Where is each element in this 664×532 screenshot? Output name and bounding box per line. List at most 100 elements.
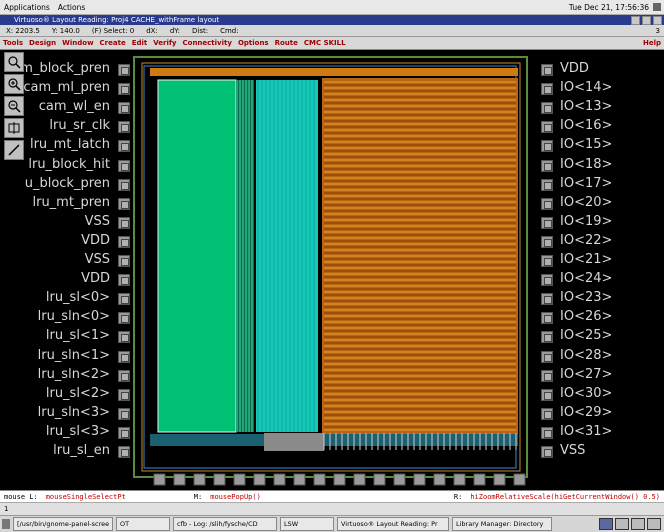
right-pin-label[interactable]: IO<27> — [560, 367, 612, 382]
right-pin-pad[interactable] — [541, 426, 553, 439]
right-pin-label[interactable]: IO<24> — [560, 271, 612, 286]
left-pin-label[interactable]: lru_block_hit — [24, 157, 110, 172]
right-pin-label[interactable]: IO<20> — [560, 195, 612, 210]
menu-verify[interactable]: Verify — [150, 39, 179, 47]
right-pin-pad[interactable] — [541, 83, 553, 96]
left-pin-pad[interactable] — [118, 446, 130, 458]
left-pin-pad[interactable] — [118, 274, 130, 287]
right-pin-pad[interactable] — [541, 121, 553, 134]
left-pin-label[interactable]: VDD — [24, 271, 110, 286]
ruler-icon[interactable] — [4, 140, 24, 160]
right-pin-pad[interactable] — [541, 446, 553, 458]
left-pin-pad[interactable] — [118, 331, 130, 344]
right-pin-pad[interactable] — [541, 350, 553, 363]
right-pin-label[interactable]: IO<19> — [560, 214, 612, 229]
right-pin-pad[interactable] — [541, 216, 553, 229]
right-pin-label[interactable]: IO<16> — [560, 118, 612, 133]
zoom-in-icon[interactable] — [4, 74, 24, 94]
right-pin-label[interactable]: IO<29> — [560, 405, 612, 420]
task-log[interactable]: cfb - Log: /slih/fysche/CD — [173, 517, 277, 531]
task-ot[interactable]: OT — [116, 517, 170, 531]
menu-cmc-skill[interactable]: CMC SKILL — [301, 39, 349, 47]
left-pin-label[interactable]: VDD — [24, 233, 110, 248]
left-pin-label[interactable]: VSS — [24, 214, 110, 229]
left-pin-pad[interactable] — [118, 369, 130, 382]
zoom-fit-icon[interactable] — [4, 52, 24, 72]
right-pin-label[interactable]: IO<13> — [560, 99, 612, 114]
right-pin-label[interactable]: IO<21> — [560, 252, 612, 267]
right-pin-pad[interactable] — [541, 293, 553, 306]
left-pin-pad[interactable] — [118, 121, 130, 134]
menu-connectivity[interactable]: Connectivity — [180, 39, 235, 47]
right-pin-pad[interactable] — [541, 274, 553, 287]
left-pin-label[interactable]: lru_sln<3> — [24, 405, 110, 420]
left-pin-label[interactable]: lru_sl_en — [24, 443, 110, 458]
right-pin-label[interactable]: IO<25> — [560, 328, 612, 343]
window-titlebar[interactable]: Virtuoso® Layout Reading: Proj4 CACHE_wi… — [0, 15, 664, 25]
menu-help[interactable]: Help — [640, 39, 664, 47]
layout-canvas[interactable]: m_block_pren cam_ml_pren cam_wl_en lru_sr_c… — [24, 50, 664, 490]
right-pin-pad[interactable] — [541, 369, 553, 382]
show-desktop-icon[interactable] — [2, 519, 10, 529]
right-pin-label[interactable]: IO<17> — [560, 176, 612, 191]
left-pin-pad[interactable] — [118, 140, 130, 153]
right-pin-label[interactable]: IO<14> — [560, 80, 612, 95]
left-pin-pad[interactable] — [118, 407, 130, 420]
left-pin-label[interactable]: cam_wl_en — [24, 99, 110, 114]
right-pin-pad[interactable] — [541, 197, 553, 210]
right-pin-label[interactable]: VDD — [560, 61, 589, 76]
left-pin-label[interactable]: VSS — [24, 252, 110, 267]
left-pin-label[interactable]: lru_sl<3> — [24, 424, 110, 439]
left-pin-pad[interactable] — [118, 293, 130, 306]
left-pin-label[interactable]: lru_sl<2> — [24, 386, 110, 401]
left-pin-label[interactable]: lru_sl<0> — [24, 290, 110, 305]
task-lsw[interactable]: LSW — [280, 517, 334, 531]
right-pin-label[interactable]: IO<26> — [560, 309, 612, 324]
menu-route[interactable]: Route — [272, 39, 301, 47]
left-pin-label[interactable]: m_block_pren — [24, 61, 110, 76]
right-pin-pad[interactable] — [541, 407, 553, 420]
left-pin-label[interactable]: lru_sln<1> — [24, 348, 110, 363]
left-pin-pad[interactable] — [118, 235, 130, 248]
right-pin-pad[interactable] — [541, 178, 553, 191]
right-pin-pad[interactable] — [541, 312, 553, 325]
menu-window[interactable]: Window — [59, 39, 96, 47]
applications-menu[interactable]: Applications — [0, 3, 54, 12]
volume-icon[interactable] — [653, 3, 661, 11]
menu-edit[interactable]: Edit — [129, 39, 151, 47]
right-pin-pad[interactable] — [541, 331, 553, 344]
right-pin-label[interactable]: VSS — [560, 443, 585, 458]
left-pin-pad[interactable] — [118, 64, 130, 76]
left-pin-label[interactable]: lru_sr_clk — [24, 118, 110, 133]
right-pin-label[interactable]: IO<28> — [560, 348, 612, 363]
left-pin-pad[interactable] — [118, 216, 130, 229]
right-pin-pad[interactable] — [541, 388, 553, 401]
left-pin-pad[interactable] — [118, 178, 130, 191]
right-pin-label[interactable]: IO<31> — [560, 424, 612, 439]
left-pin-label[interactable]: lru_mt_latch — [24, 137, 110, 152]
left-pin-pad[interactable] — [118, 83, 130, 96]
left-pin-label[interactable]: u_block_pren — [24, 176, 110, 191]
menu-design[interactable]: Design — [26, 39, 59, 47]
actions-menu[interactable]: Actions — [54, 3, 89, 12]
right-pin-pad[interactable] — [541, 235, 553, 248]
workspace-switcher[interactable] — [599, 518, 661, 530]
left-pin-pad[interactable] — [118, 255, 130, 267]
left-pin-pad[interactable] — [118, 102, 130, 115]
maximize-icon[interactable] — [642, 15, 651, 25]
right-pin-label[interactable]: IO<22> — [560, 233, 612, 248]
left-pin-pad[interactable] — [118, 350, 130, 363]
menu-create[interactable]: Create — [97, 39, 129, 47]
close-icon[interactable] — [653, 15, 662, 25]
left-pin-pad[interactable] — [118, 312, 130, 325]
task-gnome-panel[interactable]: [/usr/bin/gnome-panel-scree — [13, 517, 113, 531]
left-pin-label[interactable]: lru_mt_pren — [24, 195, 110, 210]
minimize-icon[interactable] — [631, 15, 640, 25]
zoom-out-icon[interactable] — [4, 96, 24, 116]
right-pin-pad[interactable] — [541, 140, 553, 153]
right-pin-label[interactable]: IO<15> — [560, 137, 612, 152]
task-library-manager[interactable]: Library Manager: Directory — [452, 517, 552, 531]
right-pin-label[interactable]: IO<30> — [560, 386, 612, 401]
right-pin-label[interactable]: IO<23> — [560, 290, 612, 305]
right-pin-pad[interactable] — [541, 64, 553, 76]
